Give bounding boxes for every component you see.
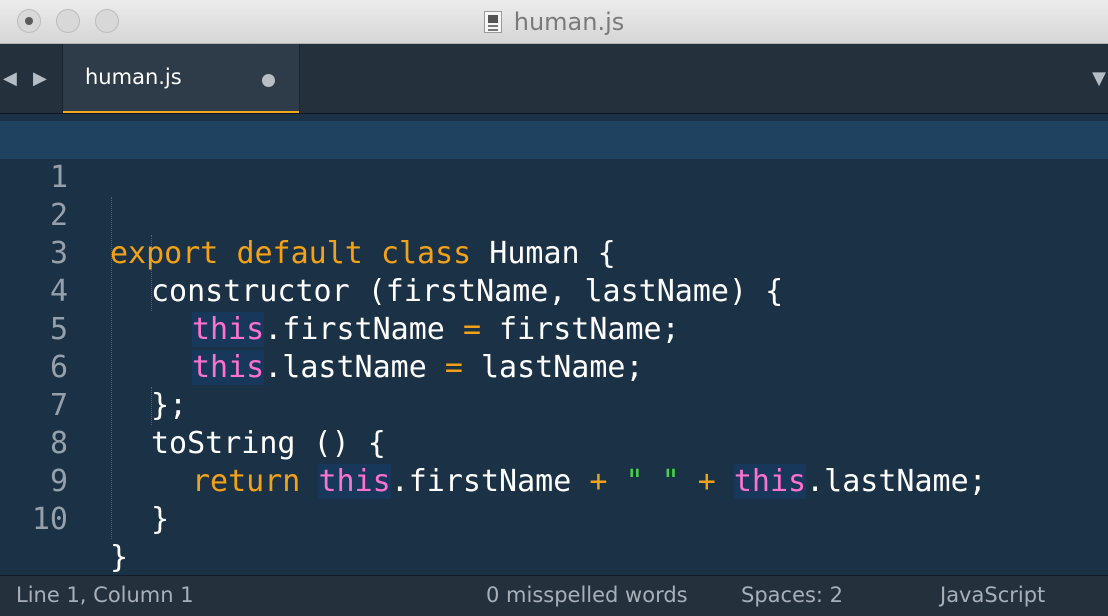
- code-line: 6 };: [0, 311, 1108, 423]
- code-line: 7 toString () {: [0, 349, 1108, 461]
- tab-label: human.js: [85, 65, 182, 89]
- window-title: human.js: [513, 8, 625, 36]
- code-line: 9 }: [0, 425, 1108, 537]
- indentation-selector[interactable]: Spaces: 2: [741, 583, 843, 607]
- cursor-position[interactable]: Line 1, Column 1: [16, 583, 194, 607]
- unsaved-dot-icon[interactable]: [262, 74, 275, 87]
- triangle-right-icon[interactable]: ▶: [33, 68, 47, 90]
- window-title-group: human.js: [0, 0, 1108, 44]
- code-token: }: [110, 540, 129, 575]
- triangle-down-icon[interactable]: ▼: [1092, 68, 1106, 90]
- code-line: 3 constructor (firstName, lastName) {: [0, 197, 1108, 309]
- tab-bar: ◀ ▶ human.js ▼: [0, 44, 1108, 114]
- title-bar: human.js: [0, 0, 1108, 44]
- tab-human-js[interactable]: human.js: [62, 44, 300, 113]
- code-line: 5 this.lastName = lastName;: [0, 273, 1108, 385]
- code-line: 10 }: [0, 463, 1108, 575]
- code-line: 8 return this.firstName + " " + this.las…: [0, 387, 1108, 499]
- code-line: 2 export default class Human {: [0, 159, 1108, 271]
- code-line: 4 this.firstName = firstName;: [0, 235, 1108, 347]
- spelling-status[interactable]: 0 misspelled words: [486, 583, 688, 607]
- syntax-selector[interactable]: JavaScript: [940, 583, 1045, 607]
- code-text: }: [151, 501, 169, 539]
- active-tab-indicator: [63, 111, 299, 113]
- line-number: 10: [31, 502, 68, 537]
- status-bar: Line 1, Column 1 0 misspelled words Spac…: [0, 575, 1108, 616]
- document-icon: [483, 11, 502, 33]
- code-token: }: [151, 502, 170, 537]
- code-text: }: [110, 539, 128, 575]
- code-editor[interactable]: 1 2 export default class Human { 3 const…: [0, 115, 1108, 575]
- triangle-left-icon[interactable]: ◀: [3, 68, 17, 90]
- code-line: 1: [0, 121, 1108, 195]
